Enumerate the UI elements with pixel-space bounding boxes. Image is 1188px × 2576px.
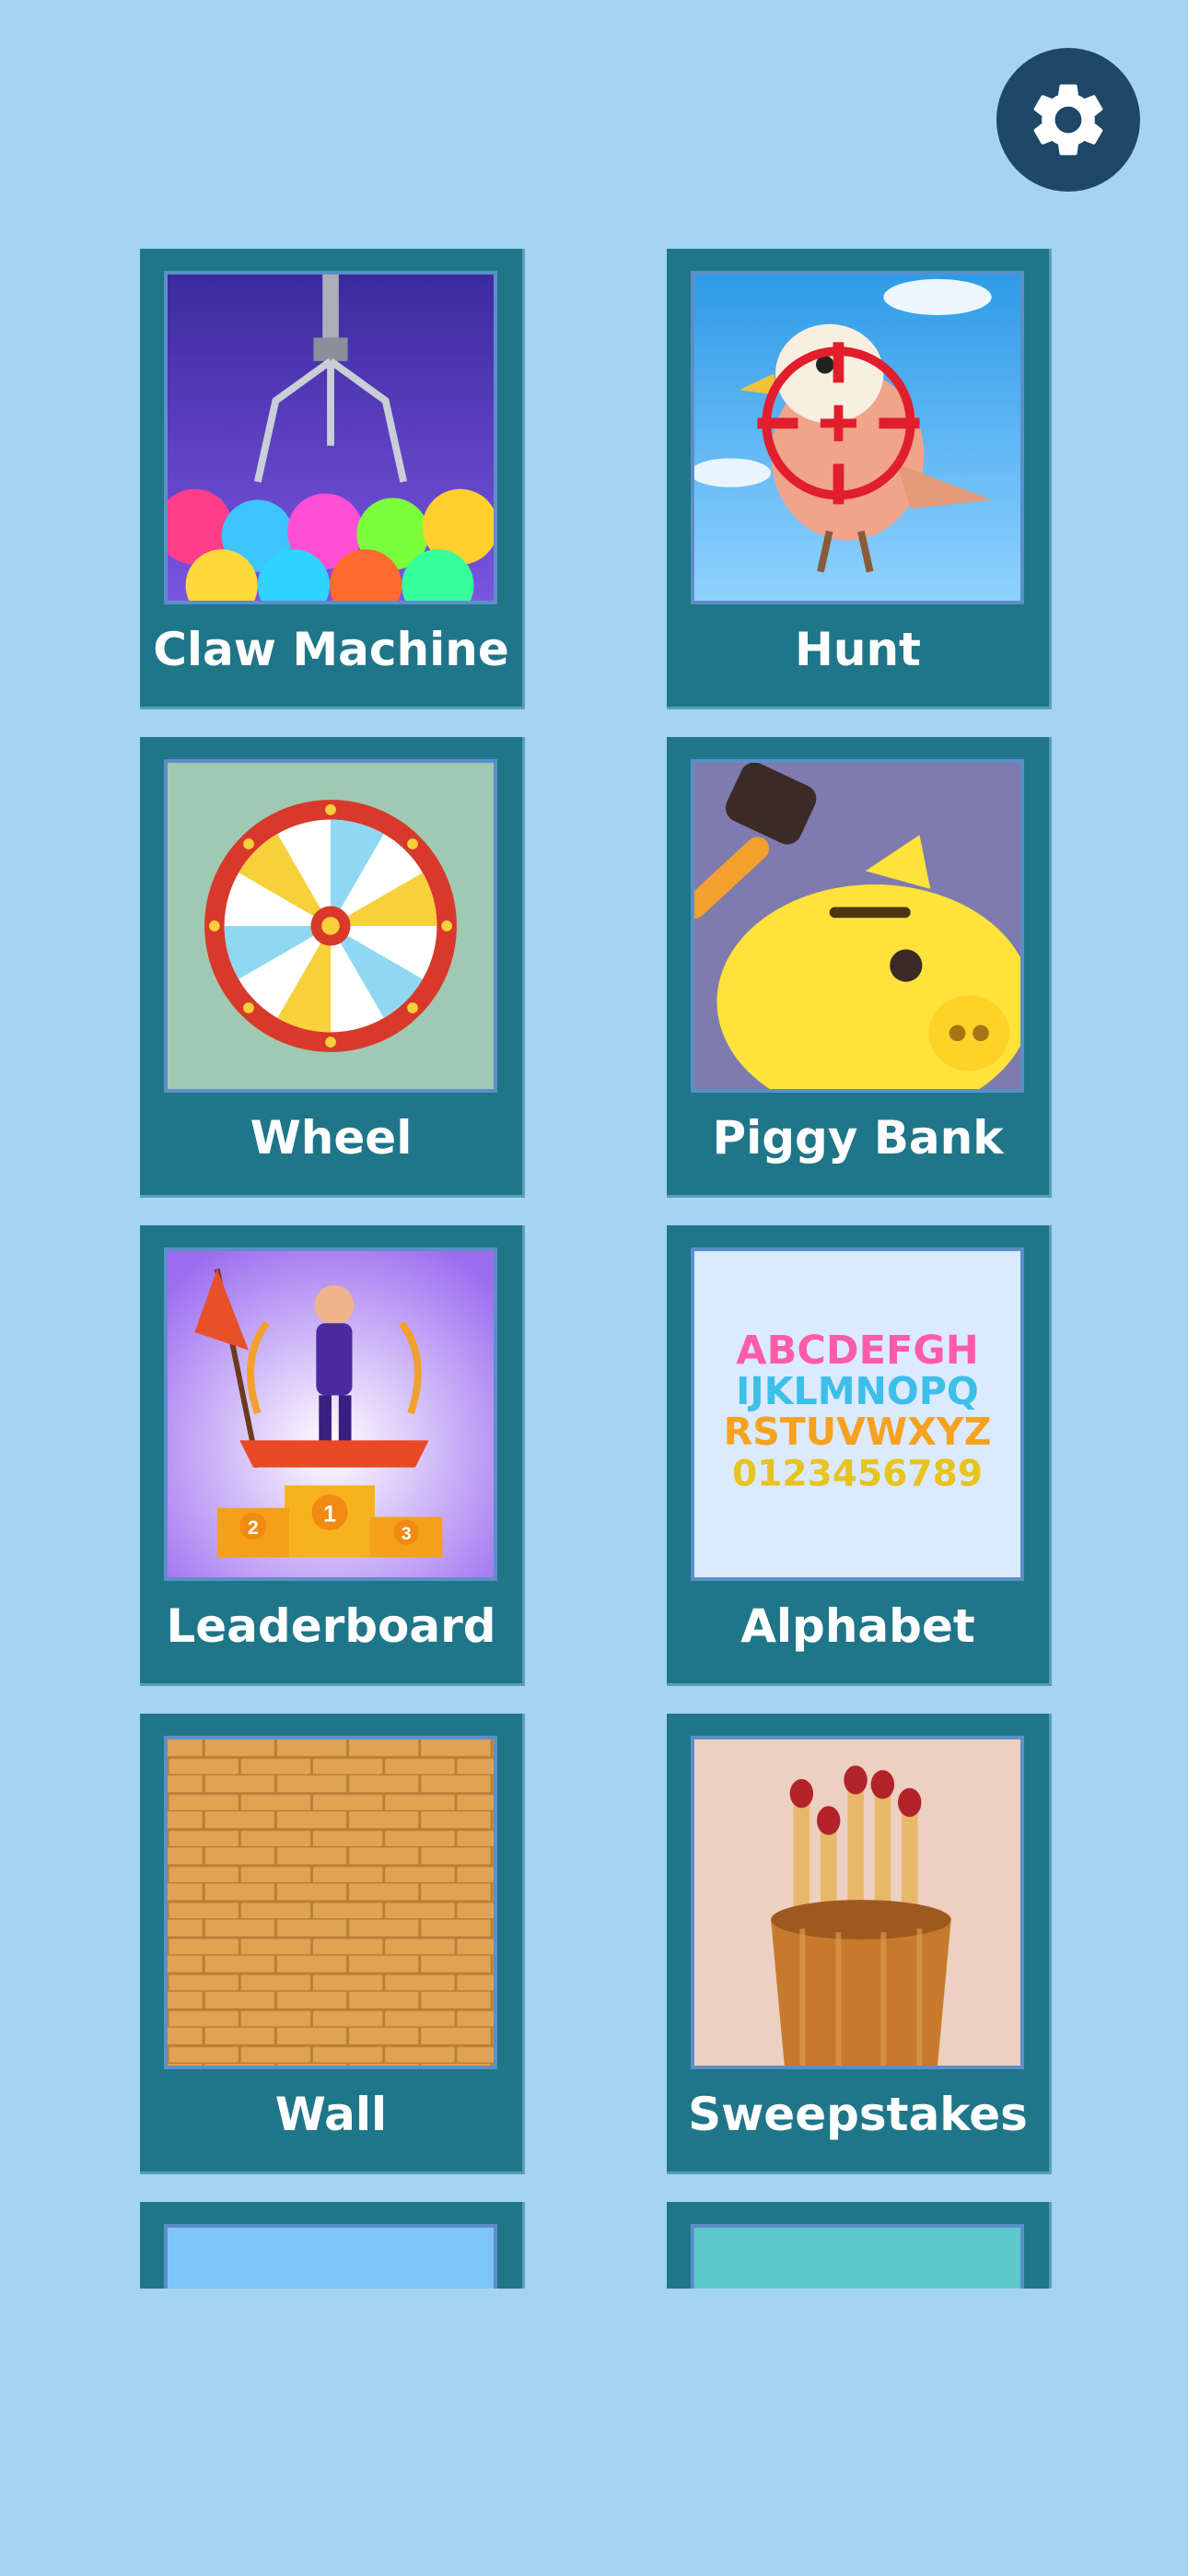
blue-thumbnail xyxy=(164,2224,497,2289)
matchsticks-cup-thumbnail xyxy=(691,1736,1024,2069)
alphabet-row-2: IJKLMNOPQ xyxy=(736,1369,979,1413)
alphabet-row-3: RSTUVWXYZ xyxy=(724,1410,992,1454)
podium-third: 3 xyxy=(402,1524,412,1544)
tile-label: Sweepstakes xyxy=(688,2088,1028,2141)
podium-second: 2 xyxy=(248,1516,259,1539)
tile-piggy-bank[interactable]: Piggy Bank xyxy=(667,737,1052,1198)
tile-label: Claw Machine xyxy=(153,623,509,676)
tile-wheel[interactable]: Wheel xyxy=(140,737,525,1198)
tile-label: Piggy Bank xyxy=(712,1111,1004,1165)
tile-alphabet[interactable]: ABCDEFGH IJKLMNOPQ RSTUVWXYZ 0123456789 … xyxy=(667,1225,1052,1686)
tile-label: Wall xyxy=(274,2088,388,2141)
tile-label: Hunt xyxy=(795,623,921,676)
piggy-bank-thumbnail xyxy=(691,759,1024,1093)
prize-wheel-thumbnail xyxy=(164,759,497,1093)
alphabet-row-1: ABCDEFGH xyxy=(736,1328,978,1374)
tile-label: Leaderboard xyxy=(166,1599,496,1653)
tile-hunt[interactable]: Hunt xyxy=(667,249,1052,709)
game-grid: Claw Machine Hunt Wheel Piggy Bank 1 2 3… xyxy=(0,0,1188,2289)
tile-label: Wheel xyxy=(250,1111,413,1165)
tile-wall[interactable]: Wall xyxy=(140,1714,525,2174)
brick-wall-thumbnail xyxy=(164,1736,497,2069)
podium-trophy-thumbnail: 1 2 3 xyxy=(164,1247,497,1581)
tile-leaderboard[interactable]: 1 2 3 Leaderboard xyxy=(140,1225,525,1686)
podium-first: 1 xyxy=(323,1501,336,1527)
claw-machine-thumbnail xyxy=(164,271,497,604)
tile-label: Alphabet xyxy=(740,1599,975,1653)
alphabet-letters-thumbnail: ABCDEFGH IJKLMNOPQ RSTUVWXYZ 0123456789 xyxy=(691,1247,1024,1581)
tile-partial-right[interactable] xyxy=(667,2202,1052,2289)
bird-target-thumbnail xyxy=(691,271,1024,604)
teal-thumbnail xyxy=(691,2224,1024,2289)
tile-claw-machine[interactable]: Claw Machine xyxy=(140,249,525,709)
alphabet-row-4: 0123456789 xyxy=(732,1453,983,1494)
tile-sweepstakes[interactable]: Sweepstakes xyxy=(667,1714,1052,2174)
tile-partial-left[interactable] xyxy=(140,2202,525,2289)
